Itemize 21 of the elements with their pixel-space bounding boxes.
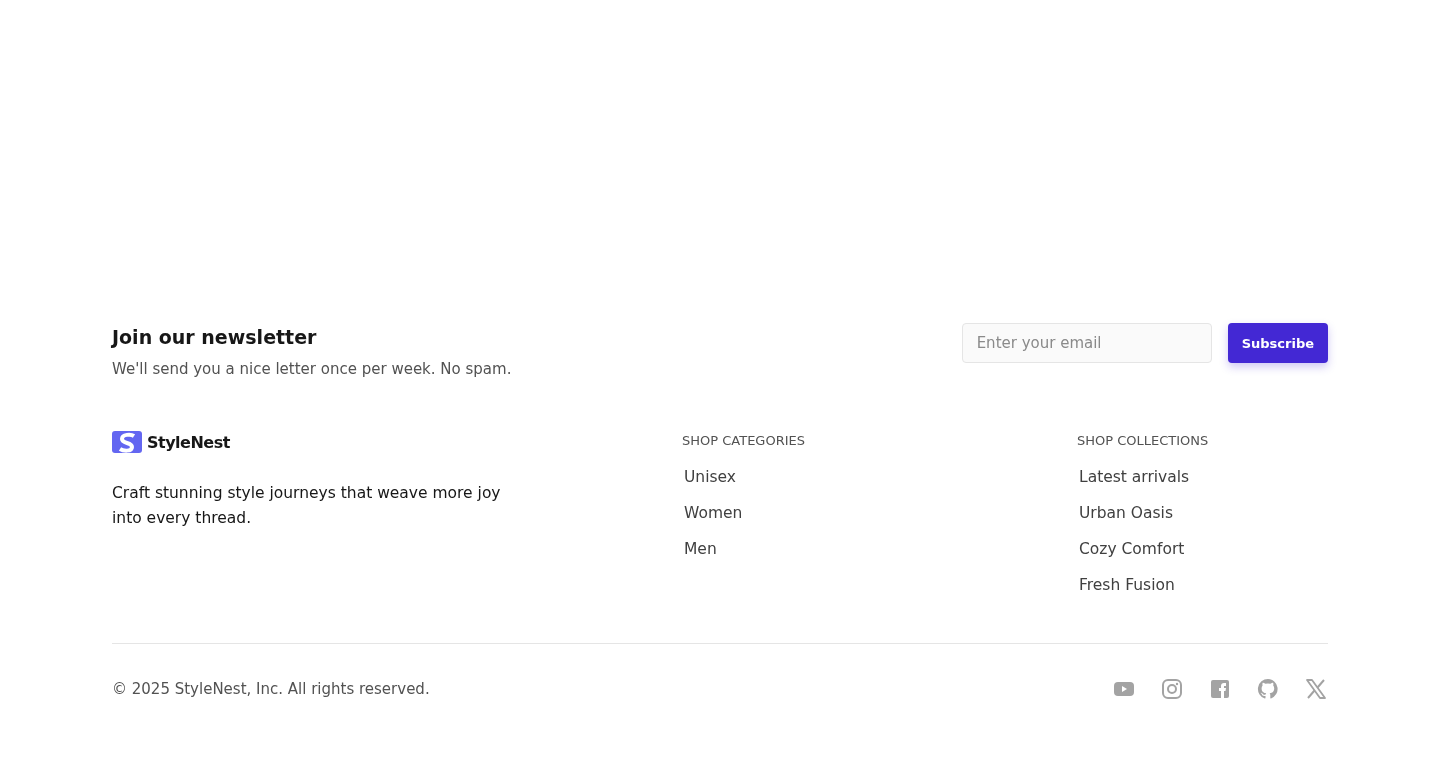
newsletter-title: Join our newsletter <box>112 325 318 350</box>
footer-link[interactable]: Women <box>684 504 743 522</box>
cat-icon[interactable] <box>1256 677 1280 701</box>
brand-name: StyleNest <box>147 432 230 452</box>
footer-link[interactable]: Latest arrivals <box>1079 468 1190 486</box>
subscribe-button[interactable]: Subscribe <box>1227 323 1328 363</box>
x-icon[interactable] <box>1304 677 1328 701</box>
column-heading: SHOP COLLECTIONS <box>1077 432 1210 450</box>
brand-tagline: Craft stunning style journeys that weave more joy into every thread. <box>112 483 502 529</box>
footer-link[interactable]: Urban Oasis <box>1079 504 1173 522</box>
footer-link[interactable]: Fresh Fusion <box>1079 576 1175 594</box>
footer-link[interactable]: Cozy Comfort <box>1079 540 1185 558</box>
footer-link[interactable]: Unisex <box>684 468 736 486</box>
letter-f-icon[interactable] <box>1208 677 1232 701</box>
newsletter-subtitle: We'll send you a nice letter once per week. No spam. <box>112 359 512 380</box>
footer-link[interactable]: Men <box>684 540 717 558</box>
copyright-text: © 2025 StyleNest, Inc. All rights reserved. <box>112 680 430 698</box>
email-field[interactable]: Enter your email <box>961 323 1212 363</box>
camera-icon[interactable] <box>1160 677 1184 701</box>
column-heading: SHOP CATEGORIES <box>682 432 806 450</box>
logo-icon <box>112 431 142 453</box>
